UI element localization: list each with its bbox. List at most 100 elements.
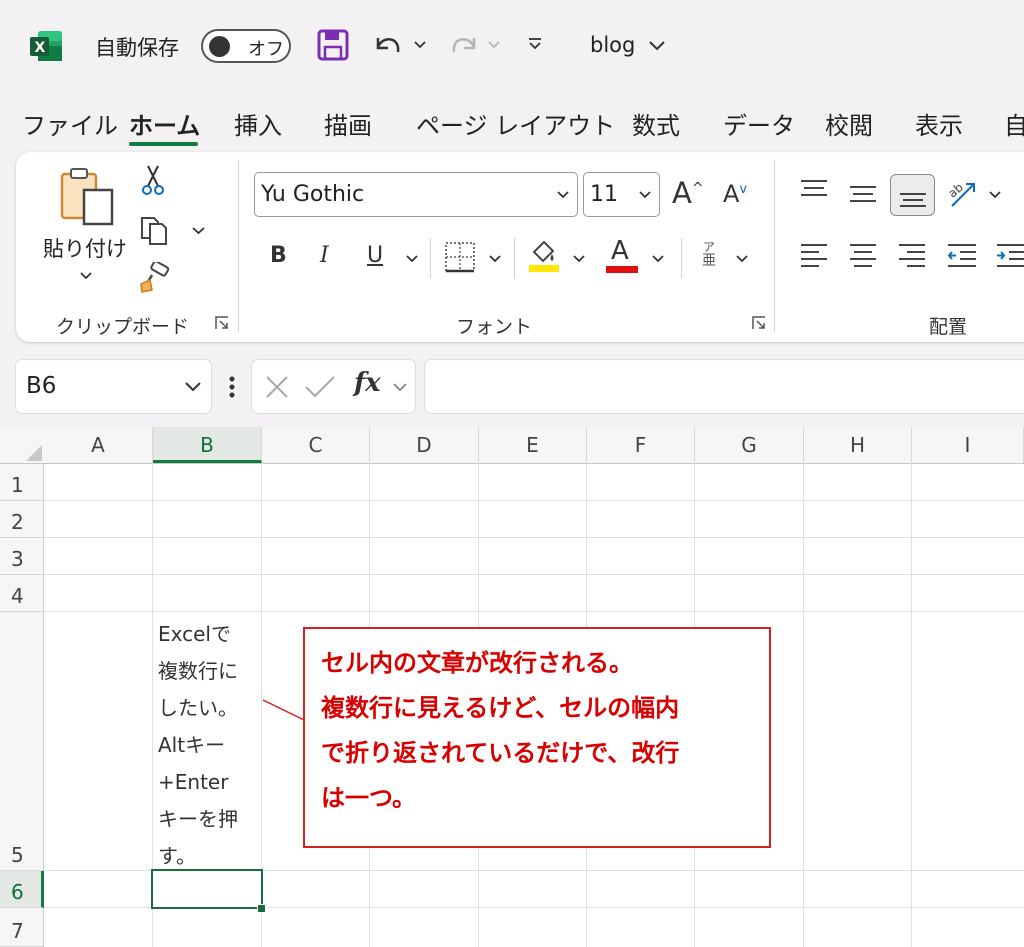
column-header-h[interactable]: H (804, 427, 912, 463)
increase-font-size-button[interactable]: A^ (672, 176, 704, 210)
svg-text:X: X (35, 40, 46, 56)
undo-icon[interactable] (370, 28, 406, 62)
borders-dropdown-chevron-icon[interactable] (489, 254, 501, 263)
font-name-dropdown[interactable]: Yu Gothic (254, 172, 578, 217)
copy-icon[interactable] (138, 214, 170, 246)
font-color-dropdown-chevron-icon[interactable] (652, 254, 664, 263)
tab-view[interactable]: 表示 (915, 106, 963, 141)
name-box-value: B6 (26, 373, 57, 399)
cell-b5[interactable]: Excelで 複数行に したい。 Altキー +Enter キーを押 す。 (158, 616, 262, 875)
font-dialog-launcher-icon[interactable] (752, 316, 766, 330)
column-header-c[interactable]: C (262, 427, 370, 463)
font-color-button[interactable]: A (611, 236, 629, 266)
toggle-knob (209, 36, 230, 57)
tab-file[interactable]: ファイル (22, 106, 118, 141)
row-header-6[interactable]: 6 (0, 871, 44, 908)
copy-dropdown-chevron-icon[interactable] (192, 226, 205, 235)
tab-automate[interactable]: 自 (1004, 106, 1024, 141)
autosave-state: オフ (248, 39, 284, 60)
paste-label[interactable]: 貼り付け (43, 233, 127, 263)
worksheet-grid[interactable]: A B C D E F G H I 1 2 3 4 5 6 7 Excelで 複… (0, 427, 1024, 947)
phonetic-guide-button[interactable]: ア 亜 (697, 240, 721, 268)
align-right-icon[interactable] (897, 242, 927, 270)
bold-button[interactable]: B (270, 243, 287, 268)
formula-input[interactable] (425, 360, 1024, 413)
cut-icon[interactable] (140, 164, 166, 196)
fill-handle[interactable] (257, 904, 266, 913)
column-header-b[interactable]: B (153, 427, 262, 463)
tab-draw[interactable]: 描画 (324, 106, 372, 141)
align-left-icon[interactable] (799, 242, 829, 270)
tab-review[interactable]: 校閲 (825, 106, 873, 141)
increase-indent-icon[interactable] (995, 242, 1024, 270)
row-header-4[interactable]: 4 (0, 575, 44, 612)
cell-line: 複数行に (158, 659, 238, 683)
clipboard-dialog-launcher-icon[interactable] (215, 316, 229, 330)
paste-dropdown-chevron-icon[interactable] (80, 271, 92, 280)
bottom-align-button[interactable] (890, 174, 935, 216)
column-header-a[interactable]: A (44, 427, 153, 463)
gridline (911, 463, 912, 947)
column-header-d[interactable]: D (370, 427, 479, 463)
insert-function-button[interactable]: fx (354, 368, 381, 398)
enter-check-icon[interactable] (304, 374, 336, 400)
decrease-indent-icon[interactable] (946, 242, 978, 270)
customize-quick-access-icon[interactable] (527, 36, 543, 52)
document-title[interactable]: blog (590, 33, 635, 57)
column-header-i[interactable]: I (912, 427, 1024, 463)
align-center-icon[interactable] (848, 242, 878, 270)
underline-button[interactable]: U (367, 243, 383, 268)
redo-icon (452, 38, 476, 53)
orientation-dropdown-chevron-icon[interactable] (989, 190, 1001, 199)
gridline (44, 574, 1024, 575)
cell-line: キーを押 (158, 807, 238, 831)
column-header-g[interactable]: G (695, 427, 804, 463)
row-header-2[interactable]: 2 (0, 501, 44, 538)
svg-text:ab: ab (946, 180, 966, 200)
column-header-f[interactable]: F (587, 427, 695, 463)
phonetic-dropdown-chevron-icon[interactable] (736, 254, 748, 263)
tab-formulas[interactable]: 数式 (632, 106, 680, 141)
decrease-font-size-button[interactable]: Av (723, 180, 747, 208)
column-header-e[interactable]: E (479, 427, 587, 463)
excel-logo-icon: X (30, 31, 62, 61)
chevron-down-icon[interactable] (393, 382, 407, 392)
borders-icon[interactable] (444, 241, 476, 273)
name-box[interactable]: B6 (16, 360, 211, 413)
font-size-dropdown[interactable]: 11 (583, 172, 660, 217)
paste-icon[interactable] (58, 166, 116, 228)
select-all-corner-icon[interactable] (26, 445, 42, 461)
tab-page-layout[interactable]: ページ レイアウト (416, 106, 615, 141)
font-size-value: 11 (590, 182, 618, 207)
gridline (44, 500, 1024, 501)
middle-align-icon[interactable] (848, 182, 878, 206)
more-options-icon[interactable] (228, 374, 236, 400)
row-header-5[interactable]: 5 (0, 612, 44, 871)
cancel-icon[interactable] (264, 374, 290, 400)
top-align-icon[interactable] (799, 178, 829, 202)
save-icon[interactable] (316, 28, 350, 62)
tab-insert[interactable]: 挿入 (234, 106, 282, 141)
formula-buttons: fx (252, 360, 415, 413)
autosave-toggle[interactable]: オフ (201, 29, 291, 63)
callout-line: は一つ。 (321, 784, 417, 812)
tab-home[interactable]: ホーム (129, 106, 200, 141)
undo-dropdown-chevron-icon[interactable] (414, 40, 426, 50)
active-tab-indicator (129, 142, 198, 146)
fill-color-icon[interactable] (526, 238, 560, 274)
row-header-7[interactable]: 7 (0, 908, 44, 947)
ribbon-separator (774, 160, 775, 332)
format-painter-icon[interactable] (138, 262, 172, 294)
underline-dropdown-chevron-icon[interactable] (406, 254, 418, 263)
active-cell-b6[interactable] (151, 869, 263, 909)
document-title-chevron-icon[interactable] (648, 40, 666, 52)
orientation-icon[interactable]: ab (946, 176, 980, 210)
italic-button[interactable]: I (320, 243, 329, 268)
row-header-1[interactable]: 1 (0, 464, 44, 501)
alignment-group-label: 配置 (929, 316, 968, 338)
gridline (44, 611, 1024, 612)
clipboard-group-label: クリップボード (56, 316, 190, 338)
fill-color-dropdown-chevron-icon[interactable] (573, 254, 585, 263)
row-header-3[interactable]: 3 (0, 538, 44, 575)
tab-data[interactable]: データ (723, 106, 795, 141)
